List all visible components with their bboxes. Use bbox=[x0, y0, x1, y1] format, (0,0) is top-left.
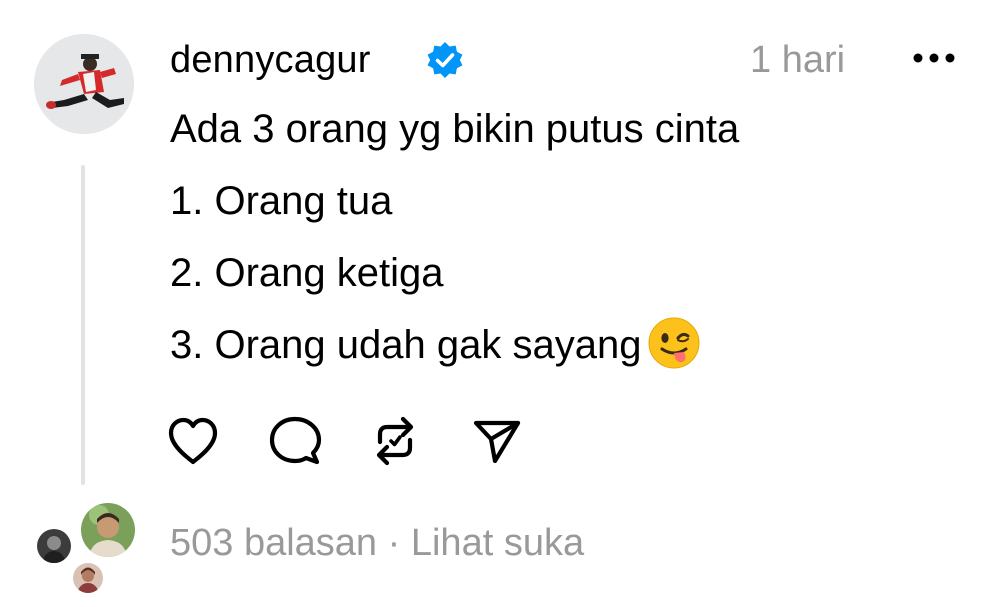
post-footer: 503 balasan · Lihat suka bbox=[170, 518, 584, 568]
repost-icon bbox=[376, 416, 414, 466]
like-button[interactable] bbox=[164, 412, 222, 470]
avatar-image bbox=[34, 34, 134, 134]
post-text-line: 2. Orang ketiga bbox=[170, 251, 444, 295]
thread-line bbox=[81, 165, 85, 485]
comment-icon bbox=[269, 416, 322, 465]
more-options-button[interactable] bbox=[908, 38, 960, 78]
view-likes-link[interactable]: Lihat suka bbox=[411, 522, 584, 564]
winking-face-with-tongue-icon bbox=[648, 317, 700, 369]
post-text-line: 1. Orang tua bbox=[170, 179, 393, 223]
username[interactable]: dennycagur bbox=[170, 36, 371, 84]
comment-button[interactable] bbox=[266, 412, 324, 470]
share-button[interactable] bbox=[468, 412, 526, 470]
replier-avatar bbox=[34, 526, 74, 566]
verified-badge-icon bbox=[425, 40, 465, 80]
replier-avatar bbox=[70, 560, 106, 596]
avatar[interactable] bbox=[34, 34, 134, 134]
replies-count-link[interactable]: 503 balasan bbox=[170, 522, 377, 564]
repost-button[interactable] bbox=[366, 412, 424, 470]
post-time: 1 hari bbox=[750, 39, 846, 81]
send-icon bbox=[473, 420, 521, 464]
more-icon bbox=[913, 53, 955, 63]
replier-avatar bbox=[78, 500, 138, 560]
heart-icon bbox=[168, 417, 218, 465]
footer-separator: · bbox=[377, 522, 411, 564]
post-text-line: 3. Orang udah gak sayang bbox=[170, 317, 701, 374]
post-text-line: Ada 3 orang yg bikin putus cinta bbox=[170, 107, 740, 151]
post-text-line-label: 3. Orang udah gak sayang bbox=[170, 323, 642, 367]
